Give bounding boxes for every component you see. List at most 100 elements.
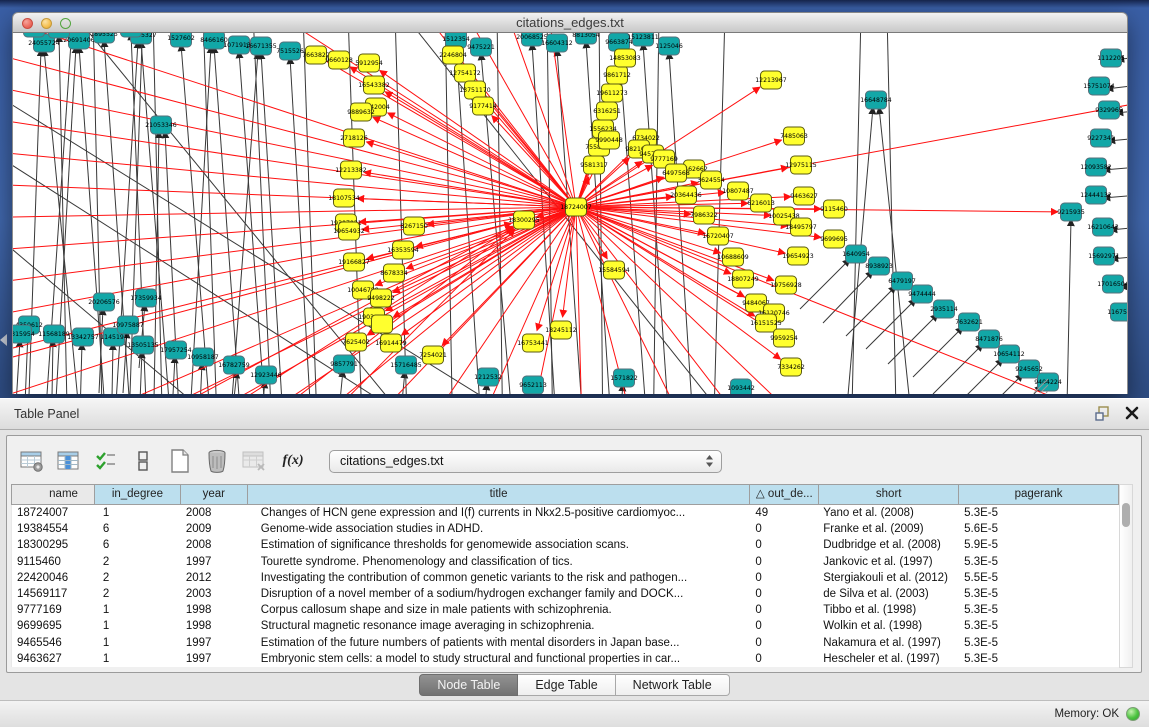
graph-node[interactable]: 19654923 <box>782 247 814 265</box>
table-cell[interactable]: Tibbo et al. (1998) <box>819 602 959 618</box>
table-cell[interactable]: 2 <box>95 570 181 586</box>
table-cell[interactable]: Estimation of significance thresholds fo… <box>248 537 751 553</box>
table-cell[interactable]: Dudbridge et al. (2008) <box>819 537 959 553</box>
table-cell[interactable]: 18300295 <box>12 537 95 553</box>
graph-node[interactable]: 12923446 <box>250 366 282 384</box>
table-row[interactable]: 1456911722003Disruption of a novel membe… <box>12 586 1119 602</box>
graph-node[interactable]: 6216013 <box>747 194 775 212</box>
graph-node[interactable]: 7625402 <box>342 333 370 351</box>
graph-node[interactable]: 1112205 <box>1097 49 1125 67</box>
table-cell[interactable]: 2 <box>95 586 181 602</box>
graph-node[interactable]: 16753441 <box>517 334 549 352</box>
graph-node[interactable]: 9227341 <box>1087 129 1115 147</box>
graph-node[interactable]: 7334262 <box>777 358 805 376</box>
graph-node[interactable]: 8678334 <box>380 264 408 282</box>
graph-node[interactable]: 9861712 <box>603 66 631 84</box>
graph-node[interactable]: 9329965 <box>1095 101 1123 119</box>
row-height-icon[interactable] <box>128 446 158 476</box>
graph-node[interactable]: 1571822 <box>610 369 638 387</box>
graph-node[interactable]: 1093442 <box>727 379 755 394</box>
table-row[interactable]: 1938455462009Genome-wide association stu… <box>12 521 1119 537</box>
table-cell[interactable]: 1998 <box>181 618 248 634</box>
table-cell[interactable]: 5.9E-5 <box>959 537 1119 553</box>
table-cell[interactable]: Genome-wide association studies in ADHD. <box>248 521 751 537</box>
minimize-window-button[interactable] <box>41 18 52 29</box>
graph-node[interactable]: 2246804 <box>439 46 467 64</box>
graph-node[interactable]: 6316251 <box>593 102 621 120</box>
select-attributes-icon[interactable] <box>91 446 121 476</box>
graph-node[interactable]: 16648784 <box>860 91 892 109</box>
graph-node[interactable]: 15716485 <box>390 356 422 374</box>
table-cell[interactable]: Embryonic stem cells: a model to study s… <box>248 651 751 667</box>
tab-node-table[interactable]: Node Table <box>419 674 518 696</box>
graph-node[interactable]: 6497568 <box>662 164 690 182</box>
table-cell[interactable]: Corpus callosum shape and size in male p… <box>248 602 751 618</box>
graph-node[interactable] <box>372 315 393 333</box>
column-header-year[interactable]: year <box>181 485 248 504</box>
table-cell[interactable]: 18724007 <box>12 505 95 521</box>
table-cell[interactable]: Disruption of a novel member of a sodium… <box>248 586 751 602</box>
graph-node[interactable]: 9990448 <box>595 131 623 149</box>
table-cell[interactable]: 49 <box>750 505 819 521</box>
table-cell[interactable]: 0 <box>750 635 819 651</box>
memory-status-indicator[interactable] <box>1126 707 1140 721</box>
graph-node[interactable]: 7485063 <box>780 127 808 145</box>
table-cell[interactable]: 5.6E-5 <box>959 521 1119 537</box>
table-cell[interactable]: 0 <box>750 570 819 586</box>
graph-node[interactable]: 7515526 <box>276 42 304 60</box>
table-cell[interactable]: 9777169 <box>12 602 95 618</box>
table-cell[interactable]: 9699695 <box>12 618 95 634</box>
column-header-pagerank[interactable]: pagerank <box>959 485 1119 504</box>
column-header-out_de[interactable]: △ out_de... <box>750 485 819 504</box>
table-cell[interactable]: 5.3E-5 <box>959 618 1119 634</box>
table-cell[interactable]: 5.3E-5 <box>959 635 1119 651</box>
table-cell[interactable]: Investigating the contribution of common… <box>248 570 751 586</box>
graph-node[interactable]: 9115460 <box>820 200 848 218</box>
table-cell[interactable]: Franke et al. (2009) <box>819 521 959 537</box>
graph-node[interactable]: 16720407 <box>702 227 734 245</box>
table-cell[interactable]: 1997 <box>181 635 248 651</box>
graph-node[interactable]: 9959254 <box>770 329 798 347</box>
table-cell[interactable]: 2008 <box>181 537 248 553</box>
table-cell[interactable]: 0 <box>750 618 819 634</box>
graph-node[interactable]: 9889632 <box>347 103 375 121</box>
zoom-window-button[interactable] <box>60 18 71 29</box>
table-row[interactable]: 977716911998Corpus callosum shape and si… <box>12 602 1119 618</box>
table-cell[interactable]: Wolkin et al. (1998) <box>819 618 959 634</box>
graph-node[interactable]: 9498222 <box>367 289 395 307</box>
table-cell[interactable]: 2012 <box>181 570 248 586</box>
float-panel-icon[interactable] <box>1095 405 1111 421</box>
graph-node[interactable]: 9463627 <box>790 187 818 205</box>
graph-node[interactable]: 12093582 <box>1080 158 1112 176</box>
graph-node[interactable]: 3624554 <box>697 171 725 189</box>
function-builder-icon[interactable]: f(x) <box>276 446 310 476</box>
graph-node[interactable]: 12213382 <box>335 161 367 179</box>
graph-node[interactable]: 17359934 <box>130 289 162 307</box>
table-vertical-scrollbar[interactable] <box>1119 484 1133 668</box>
graph-node[interactable]: 1527602 <box>167 33 195 47</box>
graph-node[interactable]: 7254021 <box>419 346 447 364</box>
table-cell[interactable]: 5.5E-5 <box>959 570 1119 586</box>
graph-node[interactable]: 7986322 <box>690 206 718 224</box>
table-cell[interactable]: 19384554 <box>12 521 95 537</box>
graph-node[interactable]: 1125046 <box>655 37 683 55</box>
graph-node[interactable]: 9215935 <box>1057 203 1085 221</box>
graph-node[interactable]: 9475221 <box>467 38 495 56</box>
table-cell[interactable]: 5.3E-5 <box>959 505 1119 521</box>
table-cell[interactable]: 1 <box>95 651 181 667</box>
table-cell[interactable]: Structural magnetic resonance image aver… <box>248 618 751 634</box>
graph-node[interactable]: 9177414 <box>469 97 497 115</box>
table-cell[interactable]: 0 <box>750 554 819 570</box>
graph-node[interactable]: 12444132 <box>1080 186 1112 204</box>
graph-node[interactable]: 8813054 <box>572 33 600 44</box>
table-row[interactable]: 946362711997Embryonic stem cells: a mode… <box>12 651 1119 667</box>
table-cell[interactable]: 1 <box>95 602 181 618</box>
table-cell[interactable]: 14569117 <box>12 586 95 602</box>
graph-node[interactable]: 1212532 <box>474 368 502 386</box>
table-cell[interactable]: Changes of HCN gene expression and I(f) … <box>248 505 751 521</box>
delete-table-icon[interactable] <box>202 446 232 476</box>
table-cell[interactable]: Nakamura et al. (1997) <box>819 635 959 651</box>
graph-node[interactable]: 5912954 <box>355 54 383 72</box>
graph-node[interactable]: 1167533 <box>1107 303 1128 321</box>
graph-node[interactable]: 8471876 <box>975 330 1003 348</box>
